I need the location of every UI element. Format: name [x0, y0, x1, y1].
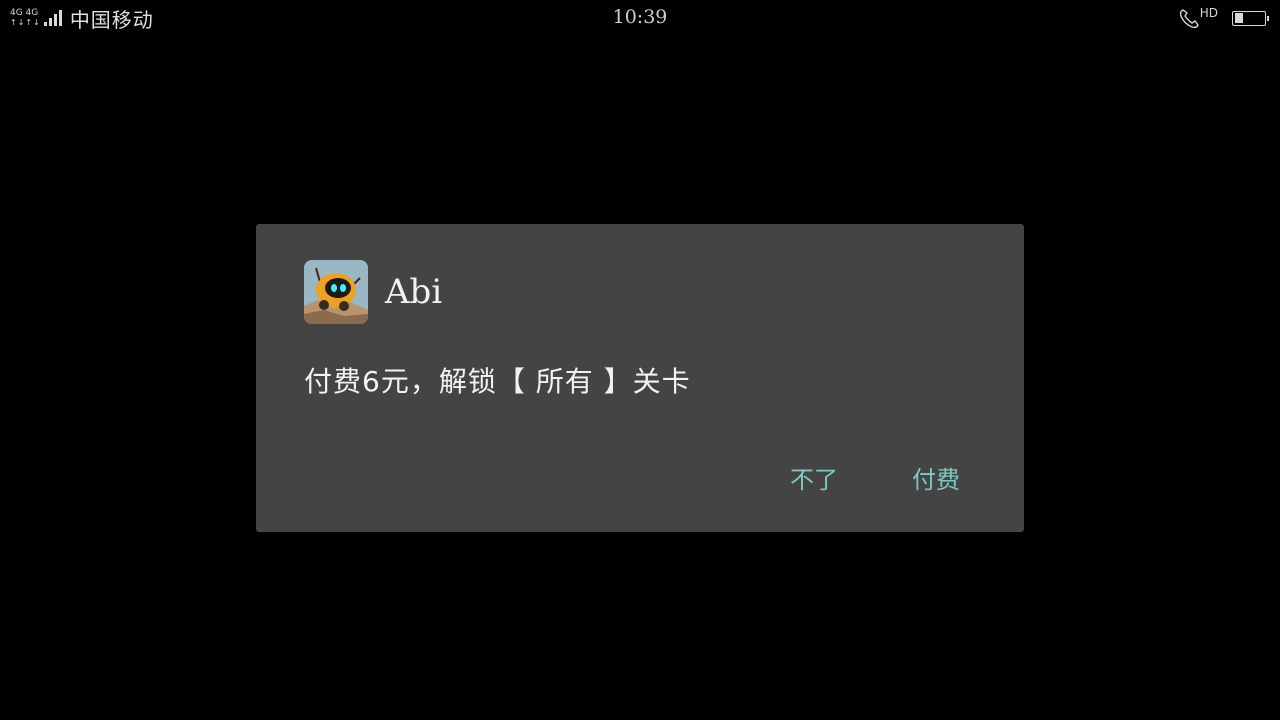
phone-icon: [1179, 9, 1199, 29]
robot-game-icon: [304, 260, 368, 324]
status-bar: 4G 4G ↑↓↑↓ 中国移动 10:39 HD: [0, 0, 1280, 36]
dialog-actions: 不了 付费: [786, 460, 964, 495]
hd-label: HD: [1199, 6, 1218, 20]
app-icon: [304, 260, 368, 324]
status-bar-time: 10:39: [612, 6, 668, 28]
pay-button[interactable]: 付费: [908, 460, 964, 495]
screen: 4G 4G ↑↓↑↓ 中国移动 10:39 HD Abi 付费6元，解锁【 所有…: [0, 0, 1280, 720]
cancel-button[interactable]: 不了: [786, 460, 842, 495]
hd-call-icon: HD: [1179, 7, 1218, 29]
dialog-header: Abi: [304, 260, 442, 324]
battery-level-fill: [1234, 13, 1243, 23]
battery-tip: [1266, 15, 1269, 21]
purchase-dialog: Abi 付费6元，解锁【 所有 】关卡 不了 付费: [256, 224, 1024, 532]
dialog-message: 付费6元，解锁【 所有 】关卡: [304, 365, 691, 398]
app-title: Abi: [385, 272, 443, 312]
battery-icon: [1232, 10, 1269, 26]
status-bar-right: HD: [1179, 6, 1269, 30]
